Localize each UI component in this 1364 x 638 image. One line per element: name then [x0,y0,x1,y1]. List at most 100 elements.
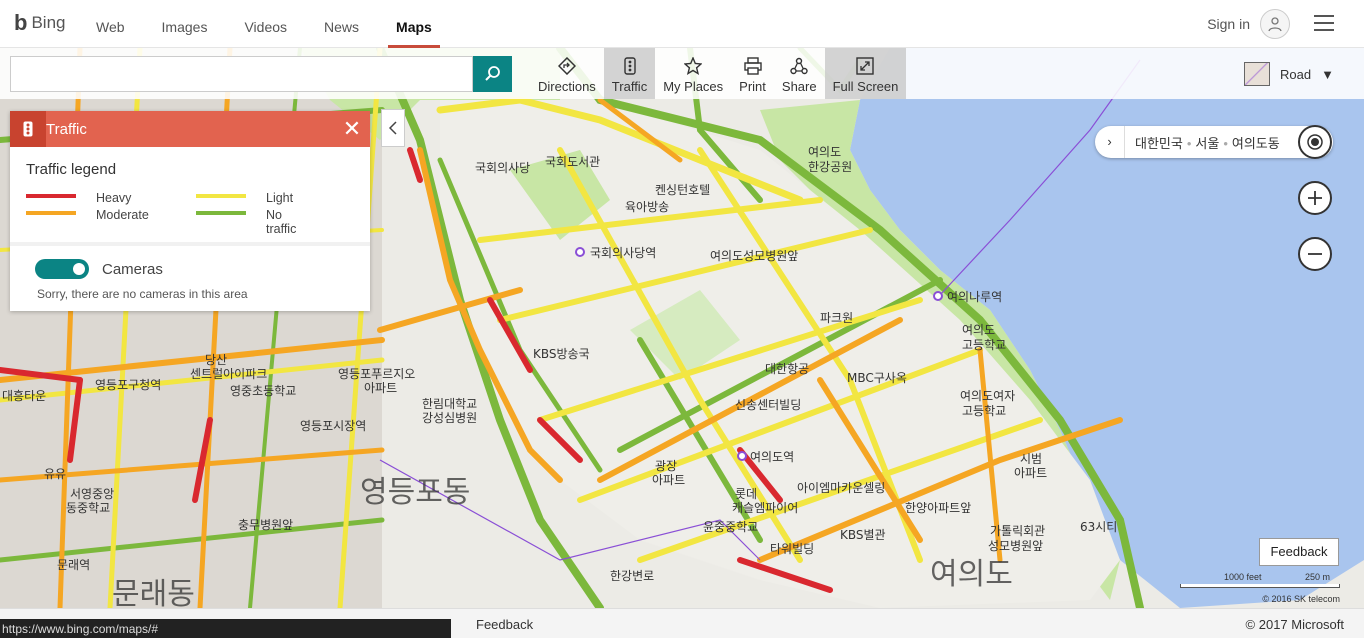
legend-swatch-moderate [26,211,76,215]
top-nav: Web Images Videos News Maps [96,0,469,48]
minus-icon [1308,253,1322,255]
map-district-label: 영등포동 [360,475,470,510]
scale-meters: 250 m [1304,572,1330,582]
nav-videos[interactable]: Videos [244,0,287,48]
scale-bar [1180,584,1340,588]
chevron-down-icon: ▼ [1321,66,1334,82]
legend-swatch-no-traffic [196,211,246,215]
map-label: 캐슬엠파이어 [732,501,798,515]
breadcrumb-district[interactable]: 여의도동 [1232,136,1280,151]
legend-swatch-heavy [26,194,76,198]
directions-button[interactable]: Directions [530,48,604,99]
nav-web[interactable]: Web [96,0,125,48]
legend-label: Heavy [96,191,132,205]
map-label: 롯데 [735,487,757,501]
map-label: 아파트 [652,473,685,487]
page-footer: https://www.bing.com/maps/# Feedback © 2… [0,608,1364,638]
print-button[interactable]: Print [731,48,774,99]
fullscreen-icon [856,55,875,77]
user-avatar-icon[interactable] [1260,9,1290,39]
nav-news[interactable]: News [324,0,359,48]
traffic-light-icon [10,111,46,147]
map-label: 성모병원앞 [988,539,1043,553]
cameras-toggle[interactable] [35,259,89,279]
map-label: 여의나루역 [947,290,1002,304]
map-district-label: 문래동 [112,577,195,608]
map-label: 영등포푸르지오 [338,367,415,381]
map-label: 아파트 [364,381,397,395]
nav-maps[interactable]: Maps [388,0,440,48]
search-input[interactable] [10,56,473,92]
map-label: 고등학교 [962,338,1006,352]
full-screen-label: Full Screen [832,79,899,94]
traffic-icon [623,55,636,77]
map-label: 파크원 [820,311,853,325]
cameras-label: Cameras [102,261,163,278]
close-icon[interactable]: ✕ [334,111,370,147]
map-label: 영등포구청역 [95,378,161,392]
zoom-out-button[interactable] [1298,237,1332,271]
bing-logo-icon: b [14,10,28,35]
map-label: 타워빌딩 [770,542,814,556]
share-button[interactable]: Share [774,48,825,99]
map-label: KBS방송국 [533,347,590,361]
map-label: 여의도역 [750,450,794,464]
map-label: 여의도성모병원앞 [710,249,798,263]
legend-title: Traffic legend [26,161,117,178]
map-label: 시범 [1020,452,1042,466]
legend-label: Light [266,191,294,205]
my-places-button[interactable]: My Places [655,48,731,99]
map-scale: 1000 feet 250 m [1180,570,1340,596]
status-url: https://www.bing.com/maps/# [0,619,451,638]
scale-feet: 1000 feet [1224,572,1262,582]
map-label: 유유 [44,467,66,481]
full-screen-button[interactable]: Full Screen [824,48,907,99]
menu-icon[interactable] [1314,15,1334,31]
map-label: 대한항공 [765,362,809,376]
locate-me-button[interactable] [1298,125,1332,159]
breadcrumb-path: 대한민국 • 서울 • 여의도동 [1135,135,1280,151]
plus-icon [1308,191,1322,205]
map-label: KBS별관 [840,528,886,542]
chevron-left-icon [389,121,397,135]
logo-text: Bing [31,13,66,32]
map-label: 한강공원 [808,160,852,174]
zoom-in-button[interactable] [1298,181,1332,215]
bing-logo[interactable]: b Bing [14,12,65,34]
map-label: 육아방송 [625,200,669,214]
map-label: 대흥타운 [2,389,46,403]
map-label: 켄싱턴호텔 [655,183,710,197]
legend-label: No traffic [266,208,297,236]
search-button[interactable] [473,56,512,92]
map-type-label: Road [1280,66,1312,82]
map-label: 광장 [655,459,677,473]
map-type-selector[interactable]: Road ▼ [1244,62,1334,86]
map-feedback-button[interactable]: Feedback [1259,538,1339,566]
collapse-panel-button[interactable] [381,109,405,147]
map-label: 충무병원앞 [238,518,293,532]
map-label: 영등포시장역 [300,419,366,433]
map-label: 국회도서관 [545,155,600,169]
footer-feedback-link[interactable]: Feedback [476,617,533,632]
print-icon [743,55,762,77]
map-toolbar: Directions Traffic My Places Print Share… [0,48,1364,99]
breadcrumb-city[interactable]: 서울 [1195,136,1219,151]
footer-copyright: © 2017 Microsoft [1245,617,1344,632]
map-data-copyright: © 2016 SK telecom [1262,594,1340,604]
chevron-right-icon[interactable]: › [1095,126,1125,158]
share-icon [790,55,808,77]
map-label: MBC구사옥 [847,371,907,385]
breadcrumb-country[interactable]: 대한민국 [1135,136,1183,151]
map-label: 가톨릭회관 [990,524,1045,538]
traffic-button[interactable]: Traffic [603,48,656,99]
map-label: 아파트 [1014,466,1047,480]
map-label: 문래역 [57,558,90,572]
map-label: 한림대학교 [422,397,477,411]
map-label: 아이엠마카운셀링 [797,481,885,495]
map-label: 63시티 [1080,520,1117,534]
directions-label: Directions [538,79,596,94]
panel-divider [10,242,370,246]
nav-images[interactable]: Images [162,0,208,48]
sign-in-link[interactable]: Sign in [1207,16,1250,32]
map-label: 신송센터빌딩 [735,398,801,412]
